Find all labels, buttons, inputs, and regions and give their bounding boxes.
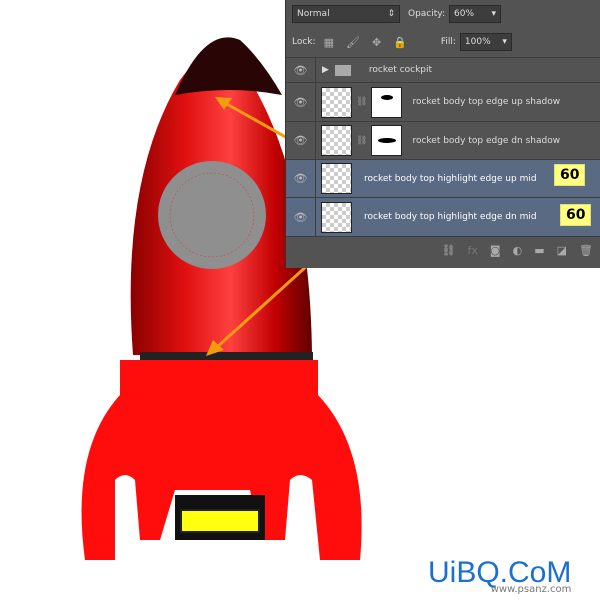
updown-icon: ⇕	[387, 9, 395, 19]
adjustment-icon[interactable]: ◐	[513, 244, 523, 257]
lock-row: Lock: ▦ 🖌 ✥ 🔒 Fill: 100% ▾	[286, 32, 600, 52]
trash-icon[interactable]: 🗑	[579, 244, 593, 257]
layer-row-selected[interactable]: 👁 rocket body top highlight edge up mid …	[286, 160, 600, 198]
lock-all-icon[interactable]: 🔒	[393, 36, 407, 49]
folder-icon[interactable]: ▬	[534, 244, 544, 257]
layer-name: rocket cockpit	[368, 65, 433, 75]
layer-group-rocket-cockpit[interactable]: 👁 ▶ rocket cockpit	[286, 57, 600, 83]
layer-name: rocket body top edge dn shadow	[412, 135, 561, 146]
fx-icon[interactable]: fx	[468, 244, 478, 257]
rocket-nose	[175, 37, 282, 95]
blend-opacity-row: Normal ⇕ Opacity: 60% ▾	[286, 4, 600, 24]
lock-transparency-icon[interactable]: ▦	[324, 36, 334, 49]
eye-icon[interactable]: 👁	[286, 96, 315, 109]
new-layer-icon[interactable]: ◪	[557, 244, 567, 257]
expand-triangle-icon[interactable]: ▶	[322, 65, 329, 75]
opacity-badge: 60	[554, 164, 586, 186]
lock-brush-icon[interactable]: 🖌	[346, 36, 360, 49]
layer-mask-thumbnail[interactable]	[371, 86, 403, 118]
link-icon[interactable]: ⛓	[356, 97, 367, 107]
lock-move-icon[interactable]: ✥	[372, 36, 381, 49]
layer-name: rocket body top highlight edge up mid	[364, 173, 537, 184]
layer-row[interactable]: 👁 ⛓ rocket body top edge up shadow	[286, 83, 600, 122]
folder-icon	[334, 64, 351, 76]
layer-mask-thumbnail[interactable]	[371, 125, 403, 156]
watermark: UiBQ.CoM www.psanz.com	[428, 558, 571, 596]
lock-label: Lock:	[292, 37, 316, 47]
eye-icon[interactable]: 👁	[286, 172, 315, 185]
chevron-down-icon[interactable]: ▾	[502, 37, 507, 47]
chevron-down-icon[interactable]: ▾	[491, 9, 496, 19]
mask-icon[interactable]: ◙	[490, 244, 501, 257]
blend-mode-select[interactable]: Normal ⇕	[292, 5, 400, 23]
layer-thumbnail	[321, 201, 352, 233]
layer-name: rocket body top edge up shadow	[412, 97, 561, 107]
layer-thumbnail	[321, 163, 352, 194]
eye-icon[interactable]: 👁	[286, 134, 315, 147]
opacity-badge: 60	[560, 204, 592, 226]
opacity-field[interactable]: 60% ▾	[449, 5, 501, 23]
fill-label: Fill:	[440, 37, 456, 47]
opacity-label: Opacity:	[408, 9, 445, 19]
cockpit-window	[158, 161, 266, 269]
eye-icon[interactable]: 👁	[286, 211, 315, 224]
layers-panel: Normal ⇕ Opacity: 60% ▾ Lock: ▦ 🖌 ✥ 🔒 Fill…	[285, 0, 600, 268]
eye-icon[interactable]: 👁	[286, 64, 315, 77]
layer-thumbnail	[321, 86, 352, 118]
layer-row[interactable]: 👁 ⛓ rocket body top edge dn shadow	[286, 122, 600, 160]
fill-field[interactable]: 100% ▾	[459, 33, 512, 51]
layers-toolbar: ⛓ fx ◙ ◐ ▬ ◪ 🗑	[286, 240, 600, 260]
layer-name: rocket body top highlight edge dn mid	[364, 212, 537, 222]
link-icon[interactable]: ⛓	[356, 136, 367, 146]
layer-thumbnail	[321, 125, 352, 156]
link-icon[interactable]: ⛓	[442, 244, 456, 257]
layer-row-selected[interactable]: 👁 rocket body top highlight edge dn mid …	[286, 198, 600, 237]
